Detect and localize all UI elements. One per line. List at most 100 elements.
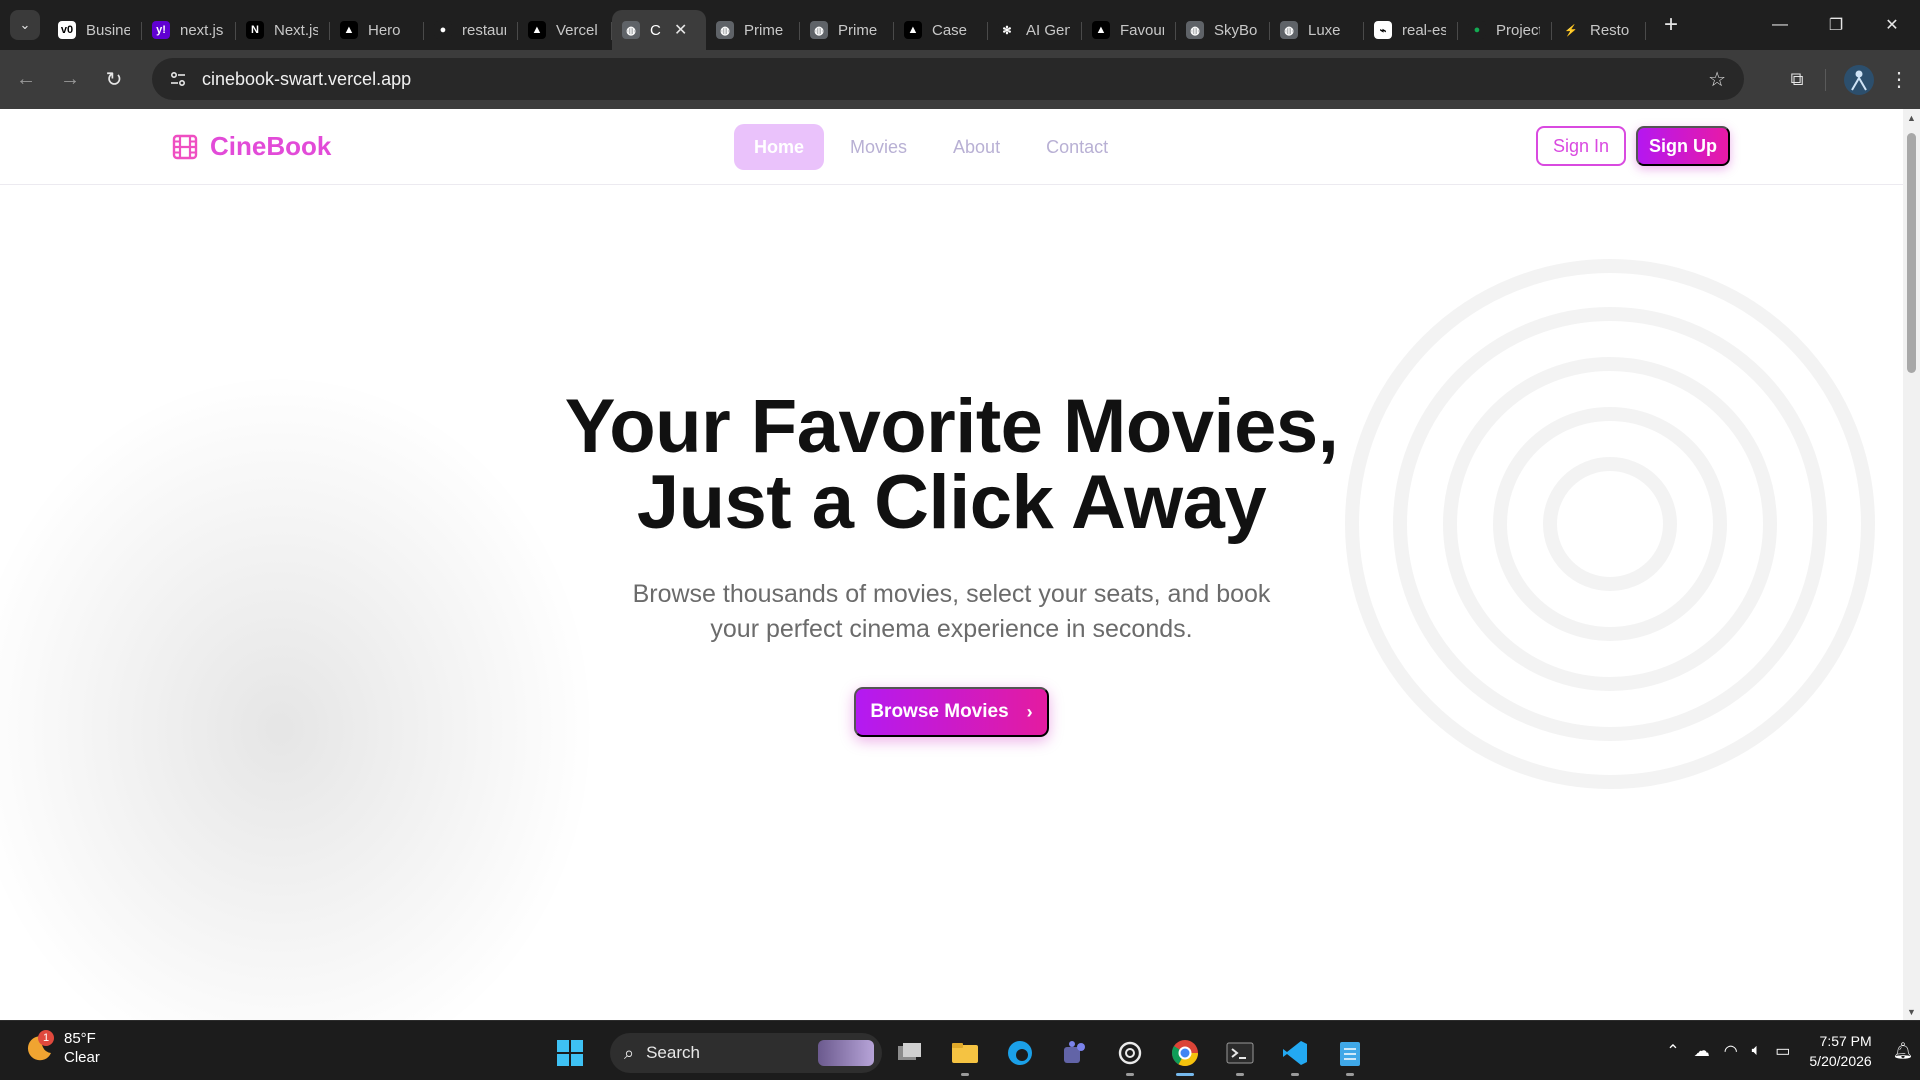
- sign-in-button[interactable]: Sign In: [1536, 126, 1626, 166]
- running-indicator: [1236, 1073, 1244, 1076]
- site-info-icon[interactable]: [166, 67, 190, 91]
- film-icon: [172, 134, 198, 159]
- browser-tab[interactable]: ⚡ Resto: [1552, 10, 1646, 50]
- browser-tab[interactable]: ◍ C ✕: [612, 10, 706, 50]
- reload-button[interactable]: ↻: [96, 62, 132, 98]
- browser-tab[interactable]: ✻ AI Gen: [988, 10, 1082, 50]
- new-tab-button[interactable]: +: [1656, 10, 1686, 40]
- browser-tab[interactable]: ▲ Case: [894, 10, 988, 50]
- arrow-left-icon: ←: [16, 68, 36, 90]
- browser-tab[interactable]: ◍ Prime: [706, 10, 800, 50]
- task-view-icon[interactable]: [883, 1029, 937, 1077]
- search-icon: ⌕: [624, 1042, 635, 1063]
- taskbar-apps: ⌕ Search: [550, 1029, 1377, 1077]
- address-bar[interactable]: cinebook-swart.vercel.app ☆: [152, 58, 1744, 100]
- close-window-button[interactable]: ✕: [1864, 0, 1920, 50]
- nav-movies[interactable]: Movies: [830, 124, 927, 170]
- restore-button[interactable]: ❐: [1808, 0, 1864, 50]
- page-scrollbar[interactable]: ▲ ▼: [1903, 109, 1920, 1020]
- sign-up-button[interactable]: Sign Up: [1636, 126, 1730, 166]
- brand-logo[interactable]: CineBook: [172, 131, 331, 162]
- scroll-down-arrow-icon[interactable]: ▼: [1903, 1003, 1920, 1020]
- tab-favicon-icon: ◍: [810, 21, 828, 39]
- browser-tab[interactable]: ● Projects: [1458, 10, 1552, 50]
- search-highlight-image: [818, 1040, 874, 1066]
- nav-contact[interactable]: Contact: [1026, 124, 1128, 170]
- browser-tab[interactable]: N Next.js: [236, 10, 330, 50]
- weather-widget[interactable]: 1 85°F Clear: [24, 1029, 100, 1067]
- clock-time: 7:57 PM: [1819, 1033, 1872, 1049]
- extensions-icon[interactable]: ⧉: [1777, 60, 1817, 100]
- battery-icon[interactable]: ▭: [1775, 1041, 1790, 1061]
- scroll-up-arrow-icon[interactable]: ▲: [1903, 109, 1920, 126]
- browser-tab[interactable]: ◍ Prime: [800, 10, 894, 50]
- tab-title: AI Gen: [1026, 21, 1070, 39]
- back-button[interactable]: ←: [8, 62, 44, 98]
- tab-favicon-icon: ▲: [1092, 21, 1110, 39]
- weather-condition: Clear: [64, 1049, 100, 1066]
- running-indicator: [1126, 1073, 1134, 1076]
- tab-favicon-icon: ●: [1468, 21, 1486, 39]
- vscode-icon[interactable]: [1268, 1029, 1322, 1077]
- browse-movies-button[interactable]: Browse Movies ›: [854, 687, 1049, 737]
- tab-favicon-icon: ●: [434, 21, 452, 39]
- terminal-icon[interactable]: [1213, 1029, 1267, 1077]
- main-nav: Home Movies About Contact: [734, 124, 1134, 170]
- profile-avatar[interactable]: [1844, 64, 1874, 95]
- tab-title: Resto: [1590, 21, 1630, 39]
- teams-icon[interactable]: [1048, 1029, 1102, 1077]
- bookmark-star-icon[interactable]: ☆: [1708, 67, 1726, 92]
- tab-title: C: [650, 21, 661, 39]
- browser-tab[interactable]: y! next.js: [142, 10, 236, 50]
- taskbar-search[interactable]: ⌕ Search: [610, 1033, 882, 1073]
- browser-tab[interactable]: ▲ Favourites: [1082, 10, 1176, 50]
- minimize-button[interactable]: —: [1752, 0, 1808, 50]
- browser-tab[interactable]: ⌁ real-estate: [1364, 10, 1458, 50]
- tab-title: SkyBook: [1214, 21, 1258, 39]
- browser-tab[interactable]: v0 Business: [48, 10, 142, 50]
- nav-about[interactable]: About: [933, 124, 1020, 170]
- weather-temp: 85°F: [64, 1030, 96, 1047]
- hero-title-line-2: Just a Click Away: [636, 460, 1267, 545]
- onedrive-icon[interactable]: ☁: [1694, 1041, 1710, 1061]
- hero-title: Your Favorite Movies, Just a Click Away: [0, 389, 1903, 541]
- browser-tab[interactable]: ● restaurant: [424, 10, 518, 50]
- browser-tab[interactable]: ◍ Luxe: [1270, 10, 1364, 50]
- volume-icon[interactable]: 🔈︎: [1752, 1042, 1762, 1060]
- weather-alert-badge: 1: [38, 1030, 54, 1046]
- tab-favicon-icon: N: [246, 21, 264, 39]
- chevron-up-icon[interactable]: ⌃: [1666, 1041, 1679, 1061]
- tab-title: Projects: [1496, 21, 1540, 39]
- chatgpt-icon[interactable]: [1103, 1029, 1157, 1077]
- page-viewport: CineBook Home Movies About Contact Sign …: [0, 109, 1903, 1020]
- toolbar-divider: [1825, 68, 1826, 91]
- running-indicator: [1176, 1073, 1194, 1076]
- notification-bell-icon[interactable]: 🔔︎: [1893, 1041, 1913, 1061]
- forward-button[interactable]: →: [52, 62, 88, 98]
- url-text[interactable]: cinebook-swart.vercel.app: [202, 69, 411, 90]
- scroll-thumb[interactable]: [1907, 133, 1916, 373]
- tab-favicon-icon: v0: [58, 21, 76, 39]
- tab-title: Case: [932, 21, 968, 39]
- notepad-icon[interactable]: [1323, 1029, 1377, 1077]
- browser-tab[interactable]: ▲ Vercel: [518, 10, 612, 50]
- chrome-icon[interactable]: [1158, 1029, 1212, 1077]
- reload-icon: ↻: [105, 69, 123, 91]
- nav-home[interactable]: Home: [734, 124, 825, 170]
- tab-favicon-icon: ◍: [622, 21, 640, 39]
- window-controls: — ❐ ✕: [1752, 0, 1920, 50]
- wifi-icon[interactable]: ◠: [1724, 1041, 1738, 1061]
- file-explorer-icon[interactable]: [938, 1029, 992, 1077]
- browser-tab[interactable]: ◍ SkyBook: [1176, 10, 1270, 50]
- tab-title: Luxe: [1308, 21, 1341, 39]
- taskbar-search-label: Search: [646, 1043, 700, 1062]
- start-button[interactable]: [550, 1033, 590, 1073]
- edge-icon[interactable]: [993, 1029, 1047, 1077]
- clock[interactable]: 7:57 PM 5/20/2026: [1809, 1031, 1871, 1071]
- browser-tab[interactable]: ▲ Hero: [330, 10, 424, 50]
- close-tab-icon[interactable]: ✕: [674, 20, 687, 40]
- windows-taskbar: 1 85°F Clear ⌕ Search ⌃ ☁ ◠ 🔈︎ ▭ 7:57 PM…: [0, 1020, 1920, 1080]
- tab-favicon-icon: ⌁: [1374, 21, 1392, 39]
- tab-search-button[interactable]: ⌄: [10, 10, 40, 40]
- browser-menu-icon[interactable]: ⋮: [1884, 67, 1914, 92]
